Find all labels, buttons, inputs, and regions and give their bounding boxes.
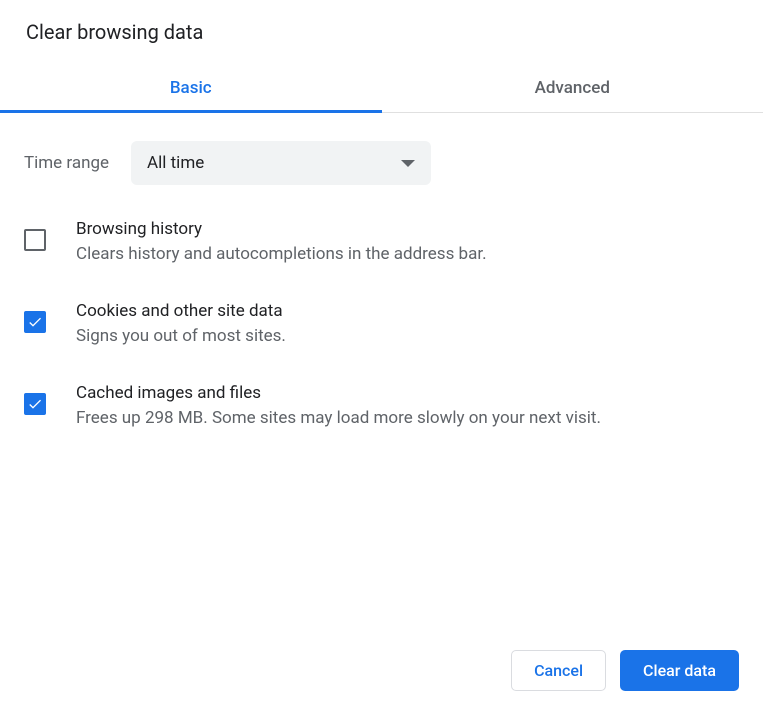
time-range-label: Time range [24,153,109,173]
time-range-value: All time [147,153,204,173]
check-icon [27,314,43,330]
time-range-row: Time range All time [24,141,739,185]
option-browsing-history: Browsing history Clears history and auto… [24,219,739,267]
option-cache: Cached images and files Frees up 298 MB.… [24,383,739,431]
checkbox-cache[interactable] [24,393,46,415]
checkbox-cookies[interactable] [24,311,46,333]
option-title: Browsing history [76,219,739,239]
option-subtitle: Signs you out of most sites. [76,325,739,349]
option-text: Cached images and files Frees up 298 MB.… [76,383,739,431]
tab-advanced[interactable]: Advanced [382,66,763,112]
clear-data-button[interactable]: Clear data [620,650,739,691]
option-title: Cached images and files [76,383,739,403]
dialog-title: Clear browsing data [24,20,739,44]
cancel-button[interactable]: Cancel [511,650,606,691]
option-subtitle: Clears history and autocompletions in th… [76,243,739,267]
check-icon [27,396,43,412]
clear-browsing-data-dialog: Clear browsing data Basic Advanced Time … [0,0,763,713]
checkbox-browsing-history[interactable] [24,229,46,251]
tab-basic[interactable]: Basic [0,66,382,112]
option-cookies: Cookies and other site data Signs you ou… [24,301,739,349]
time-range-select[interactable]: All time [131,141,431,185]
option-title: Cookies and other site data [76,301,739,321]
option-text: Browsing history Clears history and auto… [76,219,739,267]
option-text: Cookies and other site data Signs you ou… [76,301,739,349]
dialog-footer: Cancel Clear data [24,630,739,713]
caret-down-icon [401,160,415,167]
option-subtitle: Frees up 298 MB. Some sites may load mor… [76,407,739,431]
tabs: Basic Advanced [0,66,763,113]
